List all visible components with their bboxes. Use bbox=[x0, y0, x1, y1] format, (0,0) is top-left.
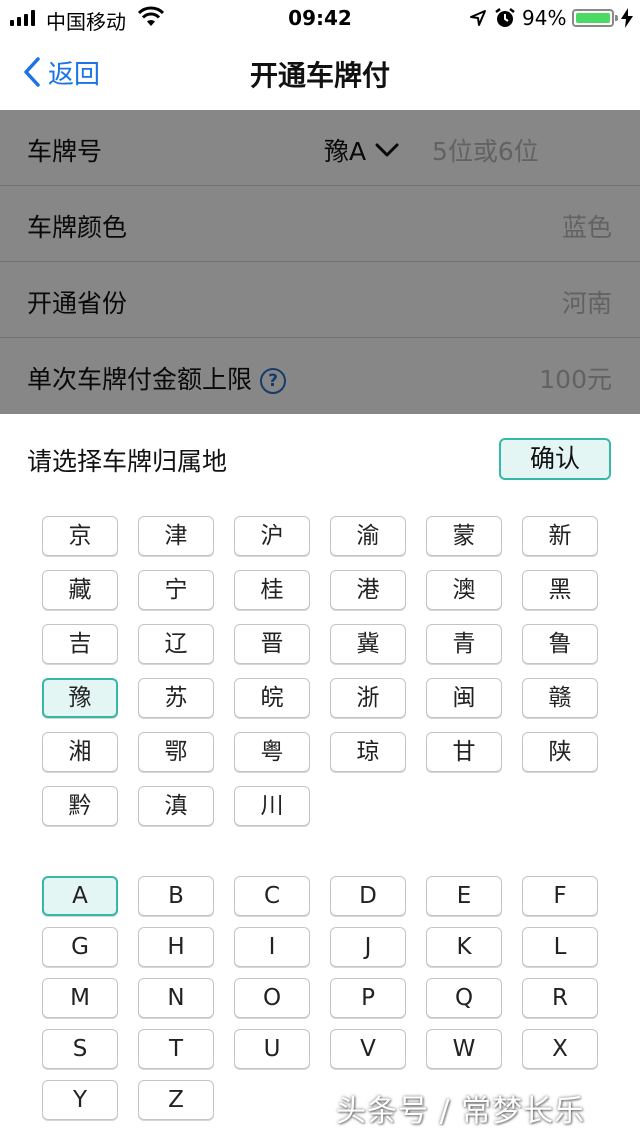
province-key[interactable]: 闽 bbox=[426, 678, 502, 718]
province-key[interactable]: 吉 bbox=[42, 624, 118, 664]
province-key[interactable]: 辽 bbox=[138, 624, 214, 664]
letter-key[interactable]: Y bbox=[42, 1080, 118, 1120]
province-key[interactable]: 滇 bbox=[138, 786, 214, 826]
province-key[interactable]: 港 bbox=[330, 570, 406, 610]
location-arrow-icon bbox=[470, 10, 486, 26]
province-key[interactable]: 沪 bbox=[234, 516, 310, 556]
province-key[interactable]: 桂 bbox=[234, 570, 310, 610]
letter-key[interactable]: M bbox=[42, 978, 118, 1018]
letter-key[interactable]: L bbox=[522, 927, 598, 967]
letter-key[interactable]: B bbox=[138, 876, 214, 916]
letter-key[interactable]: J bbox=[330, 927, 406, 967]
picker-title: 请选择车牌归属地 bbox=[27, 447, 228, 476]
province-key[interactable]: 宁 bbox=[138, 570, 214, 610]
letter-key[interactable]: A bbox=[42, 876, 118, 916]
letter-key[interactable]: V bbox=[330, 1029, 406, 1069]
letter-key[interactable]: X bbox=[522, 1029, 598, 1069]
charging-bolt-icon bbox=[621, 8, 633, 28]
letter-key[interactable]: T bbox=[138, 1029, 214, 1069]
letter-key[interactable]: I bbox=[234, 927, 310, 967]
watermark: 头条号 / 常梦长乐 bbox=[336, 1094, 586, 1129]
letter-key[interactable]: P bbox=[330, 978, 406, 1018]
letter-key[interactable]: Z bbox=[138, 1080, 214, 1120]
province-key[interactable]: 青 bbox=[426, 624, 502, 664]
province-key[interactable]: 川 bbox=[234, 786, 310, 826]
letter-key[interactable]: W bbox=[426, 1029, 502, 1069]
letter-key[interactable]: D bbox=[330, 876, 406, 916]
letter-key[interactable]: N bbox=[138, 978, 214, 1018]
province-key[interactable]: 皖 bbox=[234, 678, 310, 718]
page-title: 开通车牌付 bbox=[249, 59, 390, 92]
letter-key[interactable]: U bbox=[234, 1029, 310, 1069]
province-key[interactable]: 津 bbox=[138, 516, 214, 556]
battery-percent: 94% bbox=[522, 6, 567, 30]
letter-key[interactable]: K bbox=[426, 927, 502, 967]
letter-key[interactable]: S bbox=[42, 1029, 118, 1069]
confirm-button[interactable]: 确认 bbox=[499, 438, 611, 480]
province-key[interactable]: 豫 bbox=[42, 678, 118, 718]
province-key[interactable]: 浙 bbox=[330, 678, 406, 718]
province-key[interactable]: 京 bbox=[42, 516, 118, 556]
province-key[interactable]: 甘 bbox=[426, 732, 502, 772]
status-bar: 中国移动 09:42 94% bbox=[0, 0, 640, 36]
province-key[interactable]: 赣 bbox=[522, 678, 598, 718]
letter-key[interactable]: O bbox=[234, 978, 310, 1018]
province-key[interactable]: 黑 bbox=[522, 570, 598, 610]
province-key[interactable]: 澳 bbox=[426, 570, 502, 610]
battery-icon bbox=[572, 9, 618, 27]
letter-key[interactable]: F bbox=[522, 876, 598, 916]
province-key[interactable]: 新 bbox=[522, 516, 598, 556]
letter-key[interactable]: H bbox=[138, 927, 214, 967]
province-picker: 请选择车牌归属地 确认 京津沪渝蒙新藏宁桂港澳黑吉辽晋冀青鲁豫苏皖浙闽赣湘鄂粤琼… bbox=[0, 414, 640, 1138]
province-key[interactable]: 苏 bbox=[138, 678, 214, 718]
province-key[interactable]: 黔 bbox=[42, 786, 118, 826]
alarm-clock-icon bbox=[495, 8, 515, 27]
province-key[interactable]: 陕 bbox=[522, 732, 598, 772]
province-key[interactable]: 鲁 bbox=[522, 624, 598, 664]
province-key[interactable]: 湘 bbox=[42, 732, 118, 772]
province-key[interactable]: 琼 bbox=[330, 732, 406, 772]
letter-key[interactable]: Q bbox=[426, 978, 502, 1018]
letter-key[interactable]: E bbox=[426, 876, 502, 916]
province-key[interactable]: 冀 bbox=[330, 624, 406, 664]
navigation-bar: 返回 开通车牌付 bbox=[0, 36, 640, 110]
province-key[interactable]: 粤 bbox=[234, 732, 310, 772]
letter-key[interactable]: R bbox=[522, 978, 598, 1018]
letter-key[interactable]: C bbox=[234, 876, 310, 916]
province-key[interactable]: 藏 bbox=[42, 570, 118, 610]
province-key[interactable]: 鄂 bbox=[138, 732, 214, 772]
province-key[interactable]: 晋 bbox=[234, 624, 310, 664]
province-key[interactable]: 蒙 bbox=[426, 516, 502, 556]
province-key[interactable]: 渝 bbox=[330, 516, 406, 556]
letter-key[interactable]: G bbox=[42, 927, 118, 967]
modal-overlay[interactable] bbox=[0, 110, 640, 414]
